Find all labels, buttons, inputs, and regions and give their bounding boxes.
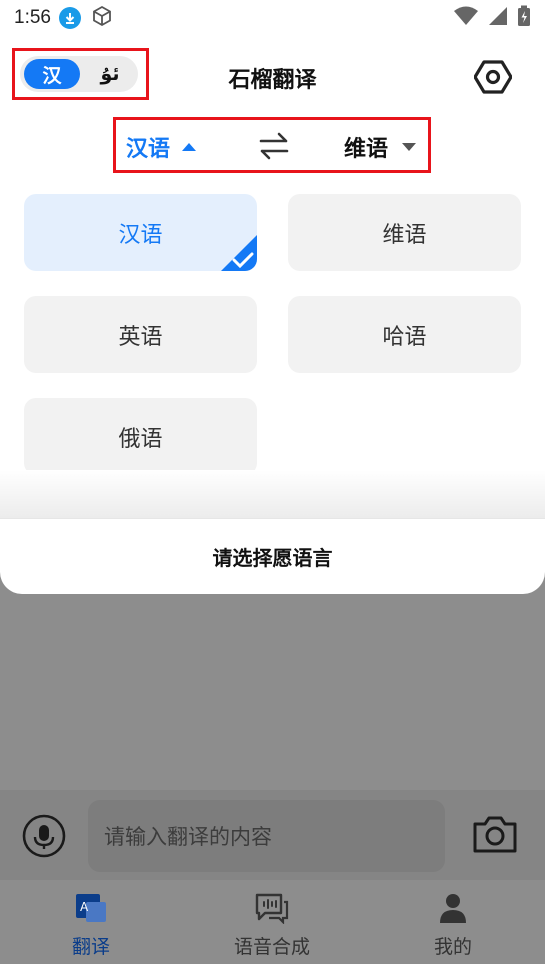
translate-input-placeholder: 请输入翻译的内容	[104, 825, 272, 849]
caret-down-icon	[402, 143, 417, 151]
lang-option-label: 俄语	[118, 426, 163, 452]
settings-icon[interactable]	[473, 58, 513, 96]
translate-input[interactable]: 请输入翻译的内容	[88, 800, 445, 872]
camera-icon[interactable]	[472, 814, 518, 854]
page-title: 石榴翻译	[228, 68, 317, 93]
app-header: 汉 ئۇ 石榴翻译	[0, 40, 545, 116]
svg-text:A: A	[80, 900, 89, 914]
sheet-prompt: 请选择愿语言	[0, 518, 545, 594]
swap-icon[interactable]	[258, 130, 290, 162]
microphone-icon[interactable]	[22, 814, 66, 858]
tab-label: 语音合成	[233, 936, 310, 958]
target-lang-label: 维语	[344, 137, 389, 162]
sheet-prompt-text: 请选择愿语言	[212, 546, 333, 570]
lang-option-label: 英语	[118, 324, 163, 350]
lang-option-chinese[interactable]: 汉语	[24, 194, 257, 271]
status-time: 1:56	[14, 7, 51, 28]
check-icon	[221, 235, 257, 271]
source-lang-label: 汉语	[126, 137, 171, 162]
bottom-tab-bar: A 翻译 语音合成 我的	[0, 880, 545, 964]
input-bar: 请输入翻译的内容	[0, 790, 545, 880]
source-lang-button[interactable]: 汉语	[126, 131, 197, 163]
lang-option-label: 哈语	[382, 324, 427, 350]
lang-option-label: 汉语	[118, 222, 163, 248]
tab-speech-synthesis[interactable]: 语音合成	[192, 892, 352, 962]
lang-option-uyghur[interactable]: 维语	[288, 194, 521, 271]
lang-option-russian[interactable]: 俄语	[24, 398, 257, 475]
lang-option-english[interactable]: 英语	[24, 296, 257, 373]
signal-icon	[487, 6, 509, 31]
battery-icon	[517, 5, 531, 32]
sheet-divider	[0, 470, 545, 518]
status-bar: 1:56	[0, 0, 545, 36]
speech-icon	[254, 892, 290, 928]
tab-translate[interactable]: A 翻译	[11, 892, 171, 962]
tab-label: 翻译	[71, 936, 110, 958]
translate-icon: A	[74, 892, 108, 928]
tab-label: 我的	[433, 936, 472, 958]
tab-profile[interactable]: 我的	[373, 892, 533, 962]
lang-option-kazakh[interactable]: 哈语	[288, 296, 521, 373]
wifi-icon	[453, 6, 479, 31]
lang-selector-bar: 汉语 维语	[113, 117, 431, 173]
download-icon	[58, 7, 81, 29]
user-icon	[437, 892, 469, 928]
cube-icon	[91, 5, 113, 32]
lang-option-label: 维语	[382, 222, 427, 248]
target-lang-button[interactable]: 维语	[344, 131, 417, 163]
caret-up-icon	[182, 143, 197, 151]
